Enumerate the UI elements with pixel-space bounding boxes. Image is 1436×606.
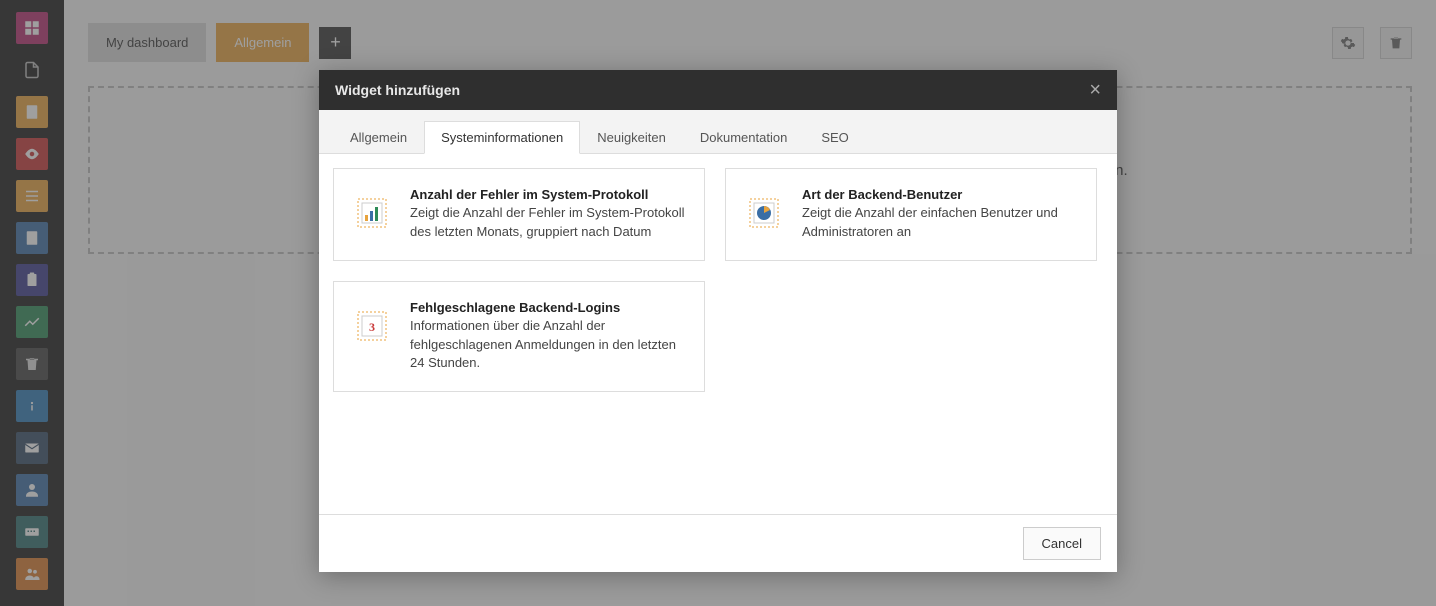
- modal-close-button[interactable]: ×: [1089, 80, 1101, 100]
- widget-desc: Zeigt die Anzahl der einfachen Benutzer …: [802, 204, 1078, 242]
- pie-chart-icon: [744, 193, 784, 233]
- widget-card-system-errors[interactable]: Anzahl der Fehler im System-Protokoll Ze…: [333, 168, 705, 261]
- widget-desc: Informationen über die Anzahl der fehlge…: [410, 317, 686, 374]
- modal-tab-dokumentation[interactable]: Dokumentation: [683, 121, 804, 154]
- modal-tab-seo[interactable]: SEO: [804, 121, 865, 154]
- widget-card-failed-logins[interactable]: 3 Fehlgeschlagene Backend-Logins Informa…: [333, 281, 705, 393]
- number-icon: 3: [352, 306, 392, 346]
- modal-footer: Cancel: [319, 514, 1117, 572]
- widget-title: Art der Backend-Benutzer: [802, 187, 1078, 202]
- modal-tab-allgemein[interactable]: Allgemein: [333, 121, 424, 154]
- cancel-button[interactable]: Cancel: [1023, 527, 1101, 560]
- modal-tab-systeminformationen[interactable]: Systeminformationen: [424, 121, 580, 154]
- widget-desc: Zeigt die Anzahl der Fehler im System-Pr…: [410, 204, 686, 242]
- modal-header: Widget hinzufügen ×: [319, 70, 1117, 110]
- widget-title: Anzahl der Fehler im System-Protokoll: [410, 187, 686, 202]
- widget-title: Fehlgeschlagene Backend-Logins: [410, 300, 686, 315]
- modal-tabs: Allgemein Systeminformationen Neuigkeite…: [319, 110, 1117, 154]
- add-widget-modal: Widget hinzufügen × Allgemein Systeminfo…: [319, 70, 1117, 572]
- bar-chart-icon: [352, 193, 392, 233]
- modal-body: Anzahl der Fehler im System-Protokoll Ze…: [319, 154, 1117, 514]
- widget-card-backend-users[interactable]: Art der Backend-Benutzer Zeigt die Anzah…: [725, 168, 1097, 261]
- svg-text:3: 3: [369, 320, 375, 334]
- modal-tab-neuigkeiten[interactable]: Neuigkeiten: [580, 121, 683, 154]
- modal-title: Widget hinzufügen: [335, 82, 460, 98]
